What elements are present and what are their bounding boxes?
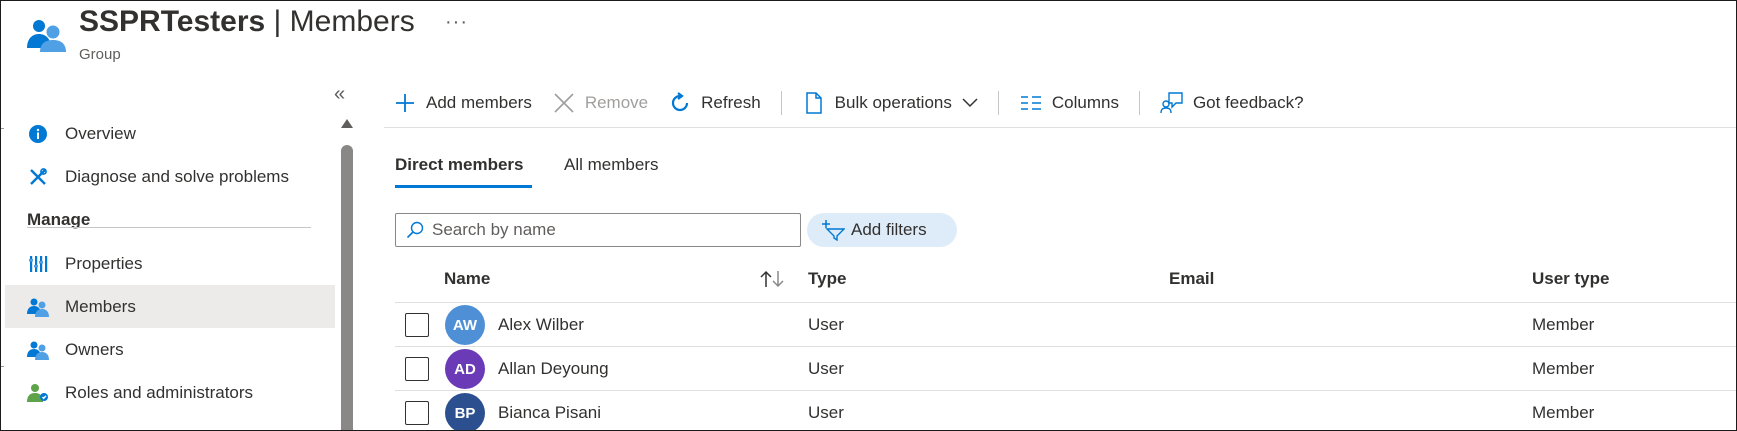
active-tab-indicator <box>395 185 532 188</box>
search-box[interactable] <box>395 213 801 247</box>
app-window: SSPRTesters | Members ··· Group « Overvi… <box>0 0 1737 431</box>
bulk-operations-label: Bulk operations <box>834 93 952 112</box>
refresh-icon <box>668 91 692 115</box>
sidebar-item-label: Diagnose and solve problems <box>65 166 289 186</box>
columns-button[interactable]: Columns <box>1019 87 1119 119</box>
members-icon <box>27 296 49 318</box>
tab-all-members[interactable]: All members <box>564 155 658 175</box>
sidebar-item-diagnose[interactable]: Diagnose and solve problems <box>5 155 335 198</box>
info-icon <box>27 123 49 145</box>
tab-direct-members[interactable]: Direct members <box>395 155 524 175</box>
owners-icon <box>27 339 49 361</box>
add-members-button[interactable]: Add members <box>393 87 532 119</box>
page-title: SSPRTesters | Members <box>79 5 415 39</box>
add-members-label: Add members <box>426 93 532 112</box>
feedback-label: Got feedback? <box>1192 93 1304 112</box>
sidebar-section-manage: Manage <box>27 210 91 229</box>
refresh-label: Refresh <box>701 93 761 112</box>
column-header-name[interactable]: Name <box>444 269 490 289</box>
row-checkbox[interactable] <box>405 401 429 425</box>
sidebar-item-owners[interactable]: Owners <box>5 328 335 371</box>
remove-button[interactable]: Remove <box>552 87 648 119</box>
member-type: User <box>808 315 844 334</box>
close-icon <box>552 91 576 115</box>
search-input[interactable] <box>432 220 792 240</box>
sidebar-item-roles[interactable]: Roles and administrators <box>5 371 335 414</box>
member-user-type: Member <box>1532 359 1595 378</box>
row-checkbox[interactable] <box>405 313 429 337</box>
wrench-icon <box>27 166 49 188</box>
add-filters-label: Add filters <box>851 220 927 239</box>
remove-label: Remove <box>584 93 649 112</box>
columns-label: Columns <box>1051 93 1119 112</box>
title-separator: | <box>265 5 290 38</box>
column-header-type[interactable]: Type <box>808 269 846 289</box>
sidebar-item-label: Owners <box>65 339 124 359</box>
sidebar-item-label: Roles and administrators <box>65 382 254 402</box>
sidebar-item-label: Members <box>65 296 136 316</box>
avatar: BP <box>445 393 485 430</box>
sidebar-item-overview[interactable]: Overview <box>5 112 335 155</box>
toolbar-separator <box>1138 91 1140 115</box>
member-name[interactable]: Allan Deyoung <box>498 359 609 379</box>
group-name: SSPRTesters <box>79 5 266 38</box>
sidebar-nav: Overview Diagnose and solve problems Man… <box>5 112 335 414</box>
member-name[interactable]: Alex Wilber <box>498 315 584 335</box>
bulk-operations-button[interactable]: Bulk operations <box>802 87 978 119</box>
avatar: AW <box>445 305 485 345</box>
edge-mark <box>1 128 4 129</box>
plus-icon <box>393 91 417 115</box>
scroll-up-icon[interactable] <box>341 119 353 128</box>
blade-name: Members <box>289 5 415 38</box>
member-type: User <box>808 403 844 422</box>
edge-mark <box>1 366 4 367</box>
command-bar: Add members Remove Refresh Bulk operatio… <box>393 87 1304 119</box>
toolbar-separator <box>997 91 999 115</box>
column-header-email[interactable]: Email <box>1169 269 1214 289</box>
member-type: User <box>808 359 844 378</box>
document-icon <box>802 91 826 115</box>
group-icon <box>27 20 66 52</box>
search-icon <box>406 221 424 239</box>
properties-icon <box>27 253 49 275</box>
feedback-button[interactable]: Got feedback? <box>1160 87 1304 119</box>
scrollbar-thumb[interactable] <box>341 145 353 430</box>
sidebar-item-label: Properties <box>65 253 143 273</box>
member-user-type: Member <box>1532 403 1595 422</box>
page-subtitle: Group <box>79 46 121 63</box>
sidebar-scrollbar[interactable] <box>341 119 353 430</box>
table-row[interactable]: AW Alex Wilber User Member <box>395 303 1736 347</box>
feedback-icon <box>1160 91 1184 115</box>
toolbar-separator <box>780 91 782 115</box>
column-header-user-type[interactable]: User type <box>1532 269 1609 289</box>
table-row[interactable]: BP Bianca Pisani User Member <box>395 391 1736 430</box>
collapse-sidebar-icon[interactable]: « <box>334 83 345 106</box>
add-filters-button[interactable]: Add filters <box>807 213 957 247</box>
sidebar-item-properties[interactable]: Properties <box>5 242 335 285</box>
sidebar-item-label: Overview <box>65 123 136 143</box>
row-checkbox[interactable] <box>405 357 429 381</box>
sidebar-item-members[interactable]: Members <box>5 285 335 328</box>
table-row[interactable]: AD Allan Deyoung User Member <box>395 347 1736 391</box>
toolbar-divider <box>384 127 1736 128</box>
sidebar-divider <box>27 227 311 228</box>
columns-icon <box>1019 91 1043 115</box>
member-user-type: Member <box>1532 315 1595 334</box>
refresh-button[interactable]: Refresh <box>668 87 761 119</box>
more-options-icon[interactable]: ··· <box>445 11 468 34</box>
roles-icon <box>27 382 49 404</box>
member-name[interactable]: Bianca Pisani <box>498 403 601 423</box>
filter-icon <box>822 220 845 241</box>
sort-icon[interactable] <box>759 269 785 289</box>
chevron-down-icon <box>962 98 978 108</box>
avatar: AD <box>445 349 485 389</box>
